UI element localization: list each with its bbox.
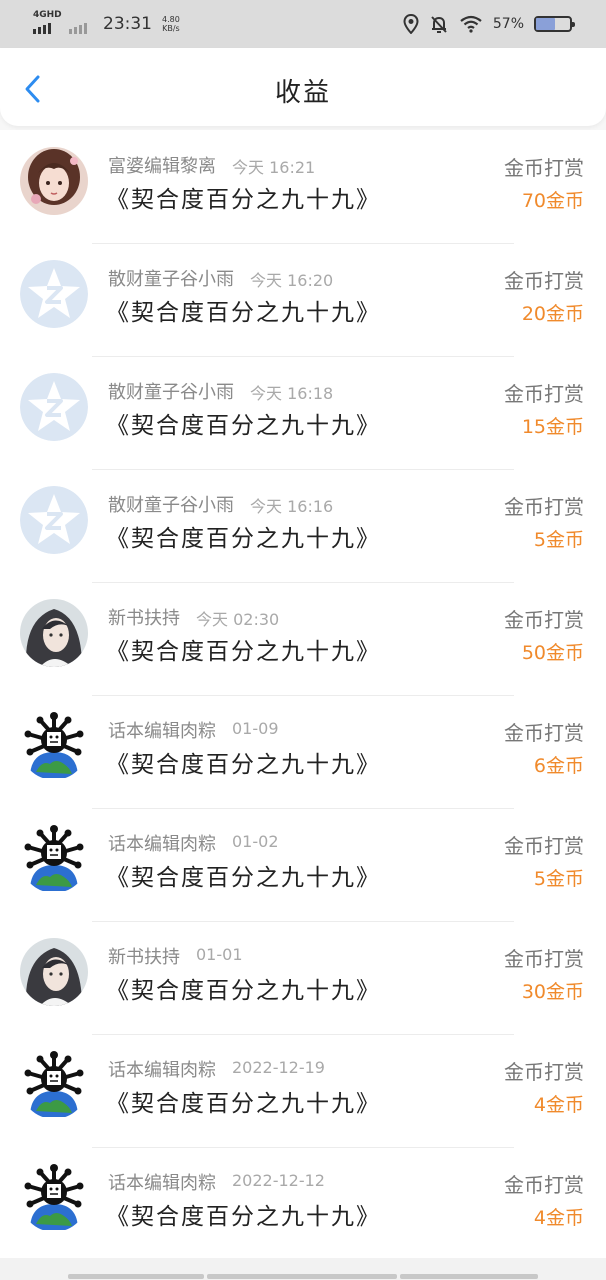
signal-icon: 4GHD — [33, 10, 62, 36]
record-date: 2022-12-12 — [232, 1171, 325, 1190]
earning-record[interactable]: 话本编辑肉粽 01-09 《契合度百分之九十九》 金币打赏 6金币 — [0, 695, 606, 808]
earning-record[interactable]: 话本编辑肉粽 2022-12-19 《契合度百分之九十九》 金币打赏 4金币 — [0, 1034, 606, 1147]
earning-record[interactable]: 话本编辑肉粽 01-02 《契合度百分之九十九》 金币打赏 5金币 — [0, 808, 606, 921]
book-title: 《契合度百分之九十九》 — [106, 413, 381, 439]
speed-value: 4.80 — [162, 15, 180, 24]
reward-amount: 5金币 — [533, 868, 584, 890]
reward-amount: 20金币 — [521, 303, 584, 325]
top-nav-bar: 收益 — [0, 48, 606, 126]
book-title: 《契合度百分之九十九》 — [106, 639, 381, 665]
reward-amount: 6金币 — [533, 755, 584, 777]
reward-amount: 50金币 — [521, 642, 584, 664]
sender-name: 富婆编辑黎离 — [108, 156, 216, 177]
record-date: 今天 02:30 — [196, 610, 280, 629]
reward-amount: 70金币 — [521, 190, 584, 212]
avatar-default-logo[interactable] — [20, 373, 88, 441]
battery-level — [536, 18, 556, 30]
wifi-icon — [460, 15, 482, 33]
avatar-ancient-man[interactable] — [20, 599, 88, 667]
book-title: 《契合度百分之九十九》 — [106, 978, 381, 1004]
sender-name: 散财童子谷小雨 — [108, 382, 234, 403]
earning-record[interactable]: 散财童子谷小雨 今天 16:18 《契合度百分之九十九》 金币打赏 15金币 — [0, 356, 606, 469]
status-bar: 4GHD 23:31 4.80 KB/s 57% — [0, 0, 606, 48]
avatar-earth-cartoon[interactable] — [20, 712, 88, 780]
avatar-default-logo[interactable] — [20, 260, 88, 328]
record-date: 01-01 — [196, 945, 243, 964]
record-date: 01-02 — [232, 832, 279, 851]
reward-type: 金币打赏 — [504, 156, 584, 180]
reward-type: 金币打赏 — [504, 495, 584, 519]
network-speed: 4.80 KB/s — [162, 15, 180, 33]
book-title: 《契合度百分之九十九》 — [106, 752, 381, 778]
page-title: 收益 — [274, 78, 331, 108]
avatar-earth-cartoon[interactable] — [20, 825, 88, 893]
sender-name: 散财童子谷小雨 — [108, 495, 234, 516]
book-title: 《契合度百分之九十九》 — [106, 1204, 381, 1230]
record-date: 今天 16:20 — [250, 271, 334, 290]
earnings-list: 富婆编辑黎离 今天 16:21 《契合度百分之九十九》 金币打赏 70金币 散财… — [0, 130, 606, 1258]
reward-type: 金币打赏 — [504, 834, 584, 858]
record-date: 今天 16:21 — [232, 158, 316, 177]
reward-type: 金币打赏 — [504, 1060, 584, 1084]
book-title: 《契合度百分之九十九》 — [106, 1091, 381, 1117]
avatar-earth-cartoon[interactable] — [20, 1051, 88, 1119]
avatar-earth-cartoon[interactable] — [20, 1164, 88, 1232]
signal-icon-secondary — [69, 12, 91, 36]
sender-name: 散财童子谷小雨 — [108, 269, 234, 290]
reward-amount: 4金币 — [533, 1094, 584, 1116]
record-date: 01-09 — [232, 719, 279, 738]
speed-unit: KB/s — [162, 24, 180, 33]
record-date: 今天 16:18 — [250, 384, 334, 403]
earning-record[interactable]: 散财童子谷小雨 今天 16:20 《契合度百分之九十九》 金币打赏 20金币 — [0, 243, 606, 356]
sender-name: 话本编辑肉粽 — [108, 834, 216, 855]
book-title: 《契合度百分之九十九》 — [106, 865, 381, 891]
record-date: 今天 16:16 — [250, 497, 334, 516]
avatar-girl[interactable] — [20, 147, 88, 215]
status-right: 57% — [403, 14, 575, 34]
book-title: 《契合度百分之九十九》 — [106, 187, 381, 213]
reward-type: 金币打赏 — [504, 608, 584, 632]
book-title: 《契合度百分之九十九》 — [106, 526, 381, 552]
sender-name: 话本编辑肉粽 — [108, 1060, 216, 1081]
reward-amount: 4金币 — [533, 1207, 584, 1229]
earning-record[interactable]: 新书扶持 01-01 《契合度百分之九十九》 金币打赏 30金币 — [0, 921, 606, 1034]
sender-name: 新书扶持 — [108, 947, 180, 968]
earning-record[interactable]: 散财童子谷小雨 今天 16:16 《契合度百分之九十九》 金币打赏 5金币 — [0, 469, 606, 582]
sender-name: 话本编辑肉粽 — [108, 1173, 216, 1194]
reward-amount: 15金币 — [521, 416, 584, 438]
reward-type: 金币打赏 — [504, 1173, 584, 1197]
status-left: 4GHD 23:31 4.80 KB/s — [33, 10, 180, 36]
record-date: 2022-12-19 — [232, 1058, 325, 1077]
reward-type: 金币打赏 — [504, 382, 584, 406]
earning-record[interactable]: 新书扶持 今天 02:30 《契合度百分之九十九》 金币打赏 50金币 — [0, 582, 606, 695]
earning-record[interactable]: 话本编辑肉粽 2022-12-12 《契合度百分之九十九》 金币打赏 4金币 — [0, 1147, 606, 1260]
book-title: 《契合度百分之九十九》 — [106, 300, 381, 326]
location-icon — [403, 14, 419, 34]
reward-type: 金币打赏 — [504, 947, 584, 971]
sender-name: 新书扶持 — [108, 608, 180, 629]
battery-percent: 57% — [492, 16, 524, 32]
avatar-ancient-man[interactable] — [20, 938, 88, 1006]
battery-icon — [534, 16, 575, 32]
avatar-default-logo[interactable] — [20, 486, 88, 554]
mute-bell-icon — [431, 16, 447, 33]
sender-name: 话本编辑肉粽 — [108, 721, 216, 742]
reward-type: 金币打赏 — [504, 269, 584, 293]
reward-amount: 30金币 — [521, 981, 584, 1003]
clock: 23:31 — [103, 14, 152, 34]
reward-type: 金币打赏 — [504, 721, 584, 745]
reward-amount: 5金币 — [533, 529, 584, 551]
earning-record[interactable]: 富婆编辑黎离 今天 16:21 《契合度百分之九十九》 金币打赏 70金币 — [0, 130, 606, 243]
home-indicator — [0, 1258, 606, 1280]
network-type: 4GHD — [33, 10, 62, 20]
